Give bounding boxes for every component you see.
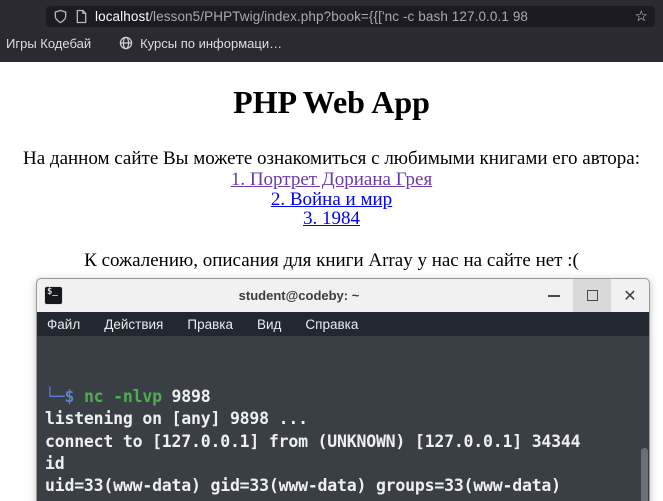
globe-icon bbox=[119, 36, 133, 50]
book-link-2[interactable]: 2. Война и мир bbox=[0, 189, 663, 210]
web-page-content: PHP Web App На данном сайте Вы можете оз… bbox=[0, 83, 663, 272]
terminal-line: └─$ nc -nlvp 9898 bbox=[45, 386, 211, 406]
menu-help[interactable]: Справка bbox=[305, 317, 358, 332]
intro-text: На данном сайте Вы можете ознакомиться с… bbox=[23, 148, 640, 169]
menu-edit[interactable]: Правка bbox=[187, 317, 233, 332]
not-found-message: К сожалению, описания для книги Array у … bbox=[84, 249, 579, 271]
close-icon: ✕ bbox=[623, 285, 637, 305]
terminal-scrollbar[interactable] bbox=[641, 336, 648, 501]
page-title: PHP Web App bbox=[233, 84, 430, 120]
terminal-line: listening on [any] 9898 ... bbox=[45, 409, 308, 429]
terminal-titlebar[interactable]: $_ student@codeby: ~ ✕ bbox=[37, 279, 649, 312]
url-text[interactable]: localhost/lesson5/PHPTwig/index.php?book… bbox=[95, 8, 628, 24]
browser-toolbar: localhost/lesson5/PHPTwig/index.php?book… bbox=[0, 0, 663, 28]
address-bar[interactable]: localhost/lesson5/PHPTwig/index.php?book… bbox=[46, 5, 655, 27]
bookmark-star-icon[interactable]: ☆ bbox=[635, 9, 648, 24]
terminal-line: connect to [127.0.0.1] from (UNKNOWN) [1… bbox=[45, 431, 581, 451]
maximize-button[interactable] bbox=[573, 279, 611, 312]
book-links: 1. Портрет Дориана Грея 2. Война и мир 3… bbox=[0, 170, 663, 229]
url-path: /lesson5/PHPTwig/index.php?book={{['nc -… bbox=[149, 8, 529, 24]
menu-file[interactable]: Файл bbox=[47, 317, 80, 332]
terminal-menubar: Файл Действия Правка Вид Справка bbox=[37, 312, 649, 336]
bookmarks-bar: Игры Кодебай Курсы по информаци… bbox=[0, 28, 663, 58]
browser-chrome: localhost/lesson5/PHPTwig/index.php?book… bbox=[0, 0, 663, 62]
url-host: localhost bbox=[95, 8, 150, 24]
scrollbar-thumb[interactable] bbox=[641, 448, 648, 501]
page-info-icon[interactable] bbox=[75, 9, 88, 24]
bookmark-item-courses[interactable]: Курсы по информаци… bbox=[119, 36, 282, 51]
terminal-window: $_ student@codeby: ~ ✕ Файл Действия Пра… bbox=[36, 278, 650, 501]
shield-icon[interactable] bbox=[53, 9, 68, 24]
menu-actions[interactable]: Действия bbox=[104, 317, 163, 332]
bookmark-item-codeby-games[interactable]: Игры Кодебай bbox=[6, 36, 91, 51]
window-controls: ✕ bbox=[535, 279, 649, 312]
screenshot-root: localhost/lesson5/PHPTwig/index.php?book… bbox=[0, 0, 663, 501]
book-link-3[interactable]: 3. 1984 bbox=[0, 209, 663, 229]
terminal-output[interactable]: └─$ nc -nlvp 9898 listening on [any] 9898… bbox=[37, 336, 649, 501]
terminal-line: id bbox=[45, 454, 65, 474]
maximize-icon bbox=[586, 290, 598, 301]
bookmark-label: Игры Кодебай bbox=[6, 35, 92, 51]
close-button[interactable]: ✕ bbox=[611, 279, 649, 312]
terminal-window-title: student@codeby: ~ bbox=[238, 288, 360, 303]
terminal-line: uid=33(www-data) gid=33(www-data) groups… bbox=[45, 476, 561, 496]
terminal-app-icon: $_ bbox=[44, 286, 63, 305]
minimize-button[interactable] bbox=[535, 279, 573, 312]
minimize-icon bbox=[548, 294, 560, 297]
menu-view[interactable]: Вид bbox=[257, 317, 281, 332]
bookmark-label: Курсы по информаци… bbox=[140, 35, 283, 51]
book-link-1[interactable]: 1. Портрет Дориана Грея bbox=[0, 170, 663, 190]
